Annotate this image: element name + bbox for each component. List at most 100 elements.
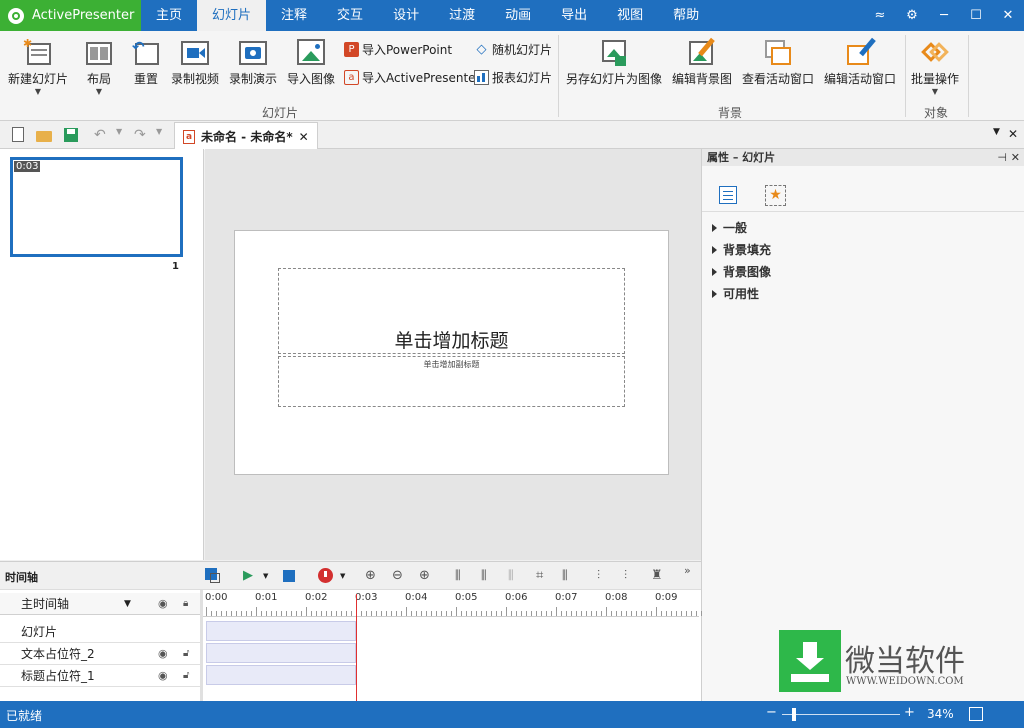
star-effect-icon[interactable]: ★ [765,185,786,206]
running-man-icon[interactable]: ♜ [651,568,667,584]
unlock-icon[interactable]: 🔓︎ [183,665,189,687]
chevron-down-icon[interactable]: ▼ [263,568,279,584]
close-tab-icon[interactable]: ✕ [299,130,309,144]
record-video-button[interactable]: 录制视频 [171,37,219,87]
random-slide-button[interactable]: ◇ 随机幻灯片 [474,41,553,58]
crop-icon[interactable]: ⌗ [536,568,552,584]
eye-icon[interactable]: ◉ [158,643,168,665]
eye-icon[interactable]: ◉ [158,593,168,615]
pin-icon[interactable]: ⊣ [997,149,1007,166]
batch-operations-button[interactable]: 批量操作 ▼ [911,37,959,96]
ruler-minor-tick [396,611,397,616]
close-button[interactable]: ✕ [992,0,1024,31]
ruler-minor-tick [501,611,502,616]
import-activepresenter-button[interactable]: a 导入ActivePresenter [344,69,480,86]
new-file-icon[interactable] [10,127,26,143]
playhead[interactable] [356,594,357,702]
open-folder-icon[interactable] [36,127,52,143]
panel-menu-icon[interactable]: ▼ [993,127,1009,143]
time-ruler[interactable]: 0:00 0:01 0:02 0:03 0:04 0:05 0:06 0:07 0:08 0:09 [203,592,702,617]
properties-list-icon[interactable] [719,186,737,204]
text-placeholder-track-bar[interactable] [206,643,356,663]
timeline-row[interactable]: 幻灯片 [0,621,200,643]
lock-icon[interactable]: 🔒︎ [183,593,188,615]
slide-track-bar[interactable] [206,621,356,641]
tab-transition[interactable]: 过渡 [434,0,490,31]
tab-home[interactable]: 主页 [141,0,197,31]
import-powerpoint-button[interactable]: P 导入PowerPoint [344,41,452,58]
tab-help[interactable]: 帮助 [658,0,714,31]
zoom-slider[interactable] [782,708,900,721]
slide-thumbnail[interactable]: 0:03 [10,157,183,257]
close-icon[interactable]: ✕ [1008,127,1024,143]
insert-icon[interactable]: ⫼ [562,568,578,584]
chevron-down-icon[interactable]: ▼ [156,127,172,143]
new-slide-button[interactable]: ✱ 新建幻灯片 ▼ [8,37,68,96]
redo-icon[interactable]: ↷ [134,127,150,143]
section-background-fill[interactable]: 背景填充 [712,241,771,258]
main-timeline-row[interactable]: 主时间轴 ▼ ◉ 🔒︎ [0,593,200,615]
minimize-button[interactable]: ─ [928,0,960,31]
split-icon[interactable]: ⫼ [455,568,471,584]
save-icon[interactable] [63,127,79,143]
zoom-out-icon[interactable]: ⊖ [392,568,408,584]
report-slide-button[interactable]: 报表幻灯片 [474,69,552,86]
fit-screen-icon[interactable] [969,707,983,721]
align-icon[interactable]: ⫶ [597,568,613,584]
stop-icon[interactable] [282,568,298,584]
ruler-minor-tick [541,611,542,616]
title-placeholder[interactable]: 单击增加标题 [278,268,625,354]
slide-canvas[interactable]: 单击增加标题 单击增加副标题 [234,230,669,475]
layout-button[interactable]: 布局 ▼ [84,37,114,96]
settings-icon[interactable]: ⚙ [896,0,928,31]
maximize-button[interactable]: ☐ [960,0,992,31]
section-background-image[interactable]: 背景图像 [712,263,771,280]
chevron-down-icon[interactable]: ▼ [124,593,131,615]
zoom-out-button[interactable]: − [766,705,777,720]
join-icon[interactable]: ⫼ [481,568,497,584]
zoom-in-icon[interactable]: ⊕ [419,568,435,584]
chevron-down-icon[interactable]: ▼ [116,127,132,143]
view-active-window-button[interactable]: 查看活动窗口 [742,37,814,87]
tab-design[interactable]: 设计 [378,0,434,31]
zoom-fit-icon[interactable]: ⊕ [365,568,381,584]
import-image-button[interactable]: 导入图像 [287,37,335,87]
tab-interaction[interactable]: 交互 [322,0,378,31]
edit-background-button[interactable]: 编辑背景图 [672,37,732,87]
distribute-icon[interactable]: ⫶ [624,568,640,584]
chevron-down-icon[interactable]: ▼ [340,568,356,584]
close-icon[interactable]: ✕ [1011,149,1020,166]
save-slide-as-image-button[interactable]: 另存幻灯片为图像 [566,37,662,87]
zoom-in-button[interactable]: + [904,705,915,720]
color-box-icon[interactable] [205,568,221,584]
app-menu-button[interactable]: ActivePresenter [0,0,141,31]
section-general[interactable]: 一般 [712,219,747,236]
record-demo-button[interactable]: 录制演示 [229,37,277,87]
tab-annotate[interactable]: 注释 [266,0,322,31]
ruler-minor-tick [511,611,512,616]
record-icon[interactable] [318,568,334,584]
edit-active-window-button[interactable]: 编辑活动窗口 [824,37,896,87]
tab-export[interactable]: 导出 [546,0,602,31]
undo-icon[interactable]: ↶ [94,127,110,143]
ruler-minor-tick [311,611,312,616]
more-options-icon[interactable]: » [684,564,691,577]
delete-range-icon[interactable]: ⫼ [508,568,524,584]
collapse-ribbon-icon[interactable]: ≈ [864,0,896,31]
reset-button[interactable]: ↶ 重置 [131,37,161,87]
subtitle-placeholder[interactable]: 单击增加副标题 [278,356,625,407]
window-icon [763,37,793,67]
timeline-row[interactable]: 标题占位符_1 ◉ 🔓︎ [0,665,200,687]
title-placeholder-track-bar[interactable] [206,665,356,685]
unlock-icon[interactable]: 🔓︎ [183,643,189,665]
eye-icon[interactable]: ◉ [158,665,168,687]
play-icon[interactable]: ▶ [243,568,259,584]
tab-slides[interactable]: 幻灯片 [197,0,267,31]
zoom-slider-thumb[interactable] [792,708,796,721]
tab-view[interactable]: 视图 [602,0,658,31]
section-availability[interactable]: 可用性 [712,285,759,302]
group-divider [968,35,969,117]
timeline-row[interactable]: 文本占位符_2 ◉ 🔓︎ [0,643,200,665]
document-tab[interactable]: a 未命名 - 未命名* ✕ [174,122,318,150]
tab-animation[interactable]: 动画 [490,0,546,31]
